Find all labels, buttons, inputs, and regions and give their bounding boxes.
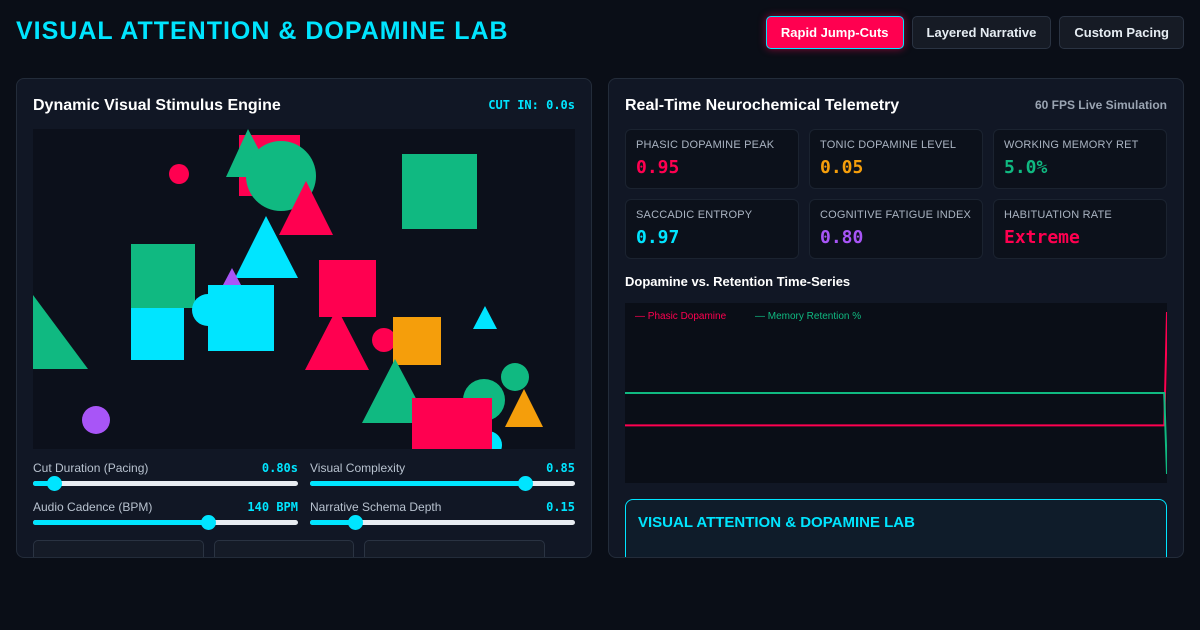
metric-value: 0.97 — [636, 227, 680, 248]
metric-label: HABITUATION RATE — [1004, 209, 1112, 221]
stimulus-shape — [505, 389, 543, 427]
metric-card-phasic-dopamine: PHASIC DOPAMINE PEAK 0.95 — [625, 129, 799, 189]
fps-label: 60 FPS Live Simulation — [1034, 98, 1167, 112]
metric-card-cognitive-fatigue: COGNITIVE FATIGUE INDEX 0.80 — [809, 199, 983, 259]
metric-label: SACCADIC ENTROPY — [636, 209, 753, 221]
slider-thumb[interactable] — [517, 476, 533, 491]
slider-thumb[interactable] — [200, 515, 216, 530]
slider-audio-cadence: Audio Cadence (BPM) 140 BPM — [33, 500, 298, 530]
slider-label: Cut Duration (Pacing) — [33, 461, 149, 475]
control-button[interactable] — [33, 540, 204, 557]
stimulus-shape — [82, 406, 110, 434]
info-box-title: VISUAL ATTENTION & DOPAMINE LAB — [638, 514, 915, 531]
stimulus-shape — [305, 308, 369, 370]
slider-value: 0.15 — [546, 500, 575, 514]
slider-label: Visual Complexity — [310, 461, 406, 475]
mode-rapid-jump-cuts-button[interactable]: Rapid Jump-Cuts — [765, 16, 904, 49]
stimulus-canvas — [33, 129, 575, 449]
slider-label: Narrative Schema Depth — [310, 500, 442, 514]
metric-label: TONIC DOPAMINE LEVEL — [820, 139, 957, 151]
stimulus-panel-title: Dynamic Visual Stimulus Engine — [33, 97, 281, 114]
slider-track[interactable] — [33, 515, 298, 530]
metric-value: 0.80 — [820, 227, 864, 248]
metric-grid: PHASIC DOPAMINE PEAK 0.95 TONIC DOPAMINE… — [625, 129, 1167, 259]
timeseries-title: Dopamine vs. Retention Time-Series — [625, 274, 851, 289]
mode-selector: Rapid Jump-Cuts Layered Narrative Custom… — [765, 16, 1184, 49]
stimulus-controls: Cut Duration (Pacing) 0.80s Visual Compl… — [33, 461, 575, 530]
metric-value: 5.0% — [1004, 157, 1048, 178]
slider-thumb[interactable] — [348, 515, 364, 530]
metric-card-tonic-dopamine: TONIC DOPAMINE LEVEL 0.05 — [809, 129, 983, 189]
control-button[interactable] — [214, 540, 354, 557]
stimulus-shape — [33, 295, 88, 369]
slider-label: Audio Cadence (BPM) — [33, 500, 153, 514]
control-button[interactable] — [364, 540, 545, 557]
slider-track[interactable] — [310, 515, 575, 530]
metric-value: 0.05 — [820, 157, 864, 178]
telemetry-panel: Real-Time Neurochemical Telemetry 60 FPS… — [608, 78, 1184, 558]
metric-card-saccadic-entropy: SACCADIC ENTROPY 0.97 — [625, 199, 799, 259]
stimulus-shape — [402, 154, 477, 229]
metric-card-working-memory: WORKING MEMORY RET 5.0% — [993, 129, 1167, 189]
slider-fill — [310, 481, 525, 486]
stimulus-shape — [131, 244, 195, 308]
telemetry-panel-title: Real-Time Neurochemical Telemetry — [625, 97, 900, 114]
cut-timer: CUT IN: 0.0s — [488, 98, 575, 112]
slider-cut-duration: Cut Duration (Pacing) 0.80s — [33, 461, 298, 491]
slider-value: 0.85 — [546, 461, 575, 475]
stimulus-shape — [412, 398, 492, 449]
slider-fill — [33, 520, 208, 525]
stimulus-shape — [131, 308, 184, 360]
slider-value: 0.80s — [261, 461, 298, 475]
slider-thumb[interactable] — [47, 476, 63, 491]
metric-value: 0.95 — [636, 157, 680, 178]
app-title: VISUAL ATTENTION & DOPAMINE LAB — [16, 17, 509, 45]
slider-value: 140 BPM — [247, 500, 298, 514]
legend-memory-retention: — Memory Retention % — [755, 311, 861, 322]
mode-custom-pacing-button[interactable]: Custom Pacing — [1059, 16, 1184, 49]
stimulus-shape — [169, 164, 189, 184]
mode-layered-narrative-button[interactable]: Layered Narrative — [911, 16, 1052, 49]
slider-track[interactable] — [310, 476, 575, 491]
info-box: VISUAL ATTENTION & DOPAMINE LAB — [625, 499, 1167, 557]
stimulus-shape — [372, 328, 396, 352]
stimulus-shape — [393, 317, 441, 365]
slider-visual-complexity: Visual Complexity 0.85 — [310, 461, 575, 491]
legend-phasic-dopamine: — Phasic Dopamine — [635, 311, 727, 322]
slider-track[interactable] — [33, 476, 298, 491]
stimulus-shape — [501, 363, 529, 391]
metric-value: Extreme — [1004, 227, 1080, 248]
stimulus-shape — [473, 306, 497, 329]
metric-card-habituation-rate: HABITUATION RATE Extreme — [993, 199, 1167, 259]
metric-label: WORKING MEMORY RET — [1004, 139, 1139, 151]
slider-narrative-schema: Narrative Schema Depth 0.15 — [310, 500, 575, 530]
stimulus-panel: Dynamic Visual Stimulus Engine CUT IN: 0… — [16, 78, 592, 558]
metric-label: PHASIC DOPAMINE PEAK — [636, 139, 775, 151]
timeseries-chart: — Phasic Dopamine — Memory Retention % — [625, 303, 1167, 483]
metric-label: COGNITIVE FATIGUE INDEX — [820, 209, 972, 221]
stimulus-shape — [319, 260, 376, 317]
stimulus-shape — [208, 285, 274, 351]
